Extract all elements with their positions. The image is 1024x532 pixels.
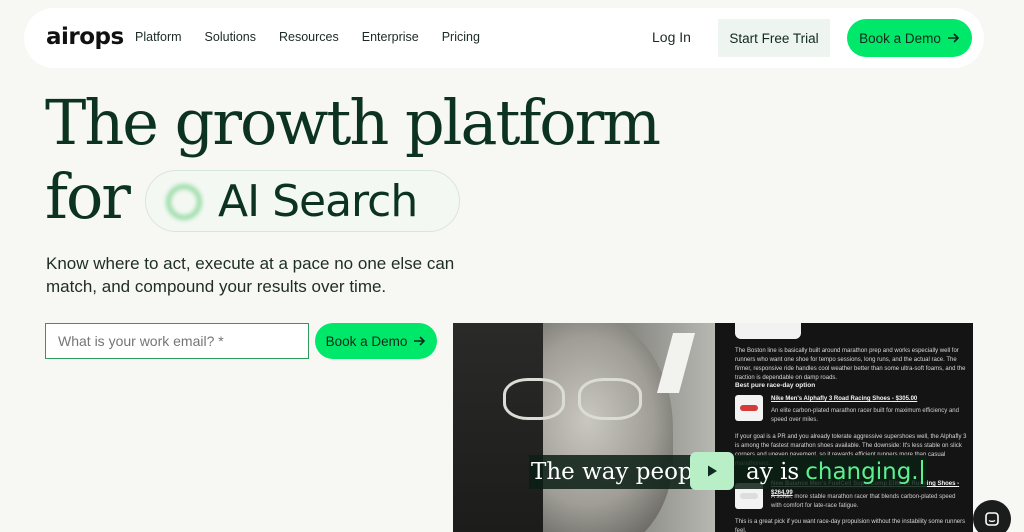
- ai-search-pill: AI Search: [145, 170, 460, 232]
- panel-tab: [735, 323, 801, 339]
- hero-subtitle: Know where to act, execute at a pace no …: [46, 254, 455, 296]
- hero-heading-line2: for: [45, 160, 131, 233]
- background-light: [656, 333, 696, 393]
- arrow-right-icon: [947, 33, 960, 43]
- caption-text: The way peopl: [531, 459, 701, 485]
- product-link-label: Nike Men's Alphafly 3 Road Racing Shoes: [771, 396, 891, 402]
- email-field[interactable]: [45, 323, 309, 359]
- chat-icon: [985, 512, 999, 526]
- book-demo-button-nav[interactable]: Book a Demo: [847, 19, 972, 57]
- book-demo-label: Book a Demo: [325, 333, 408, 349]
- search-icon: [166, 184, 202, 220]
- nav-menu: Platform Solutions Resources Enterprise …: [135, 30, 503, 44]
- start-trial-button[interactable]: Start Free Trial: [718, 19, 830, 57]
- book-demo-button[interactable]: Book a Demo: [315, 323, 437, 359]
- top-nav: airops Platform Solutions Resources Ente…: [24, 8, 984, 68]
- person-hair: [453, 323, 543, 532]
- product-description: A softer, more stable marathon racer tha…: [771, 494, 956, 509]
- nav-item-resources[interactable]: Resources: [279, 30, 339, 44]
- hero-video[interactable]: The Boston line is basically built aroun…: [453, 323, 973, 532]
- product-price: - $305.00: [891, 396, 918, 402]
- nav-item-enterprise[interactable]: Enterprise: [362, 30, 419, 44]
- book-demo-label: Book a Demo: [859, 30, 941, 46]
- caption-text-2: ay is: [746, 459, 800, 485]
- caption-highlight: changing.: [805, 459, 919, 485]
- nav-item-solutions[interactable]: Solutions: [205, 30, 256, 44]
- airops-logo[interactable]: airops: [46, 24, 124, 50]
- text-cursor: [920, 460, 923, 484]
- panel-paragraph: This is a great pick if you want race-da…: [735, 519, 966, 532]
- play-button[interactable]: [690, 452, 734, 490]
- product-link[interactable]: Nike Men's Alphafly 3 Road Racing Shoes …: [771, 395, 917, 404]
- panel-paragraph: The Boston line is basically built aroun…: [735, 348, 966, 381]
- chat-widget-button[interactable]: [973, 500, 1011, 532]
- product-description: An elite carbon-plated marathon racer bu…: [771, 408, 959, 423]
- video-person-frame: [453, 323, 715, 532]
- pill-label: AI Search: [218, 176, 418, 227]
- nav-item-pricing[interactable]: Pricing: [442, 30, 480, 44]
- nav-item-platform[interactable]: Platform: [135, 30, 182, 44]
- hero-heading-line1: The growth platform: [45, 86, 661, 159]
- play-icon: [708, 465, 717, 477]
- shoe-thumbnail: [735, 395, 763, 421]
- glasses-lens-right: [578, 378, 642, 420]
- glasses-lens-left: [503, 378, 565, 420]
- login-link[interactable]: Log In: [652, 29, 691, 45]
- video-ai-answer-panel: The Boston line is basically built aroun…: [715, 323, 973, 532]
- arrow-right-icon: [414, 336, 426, 346]
- panel-heading: Best pure race-day option: [735, 382, 816, 389]
